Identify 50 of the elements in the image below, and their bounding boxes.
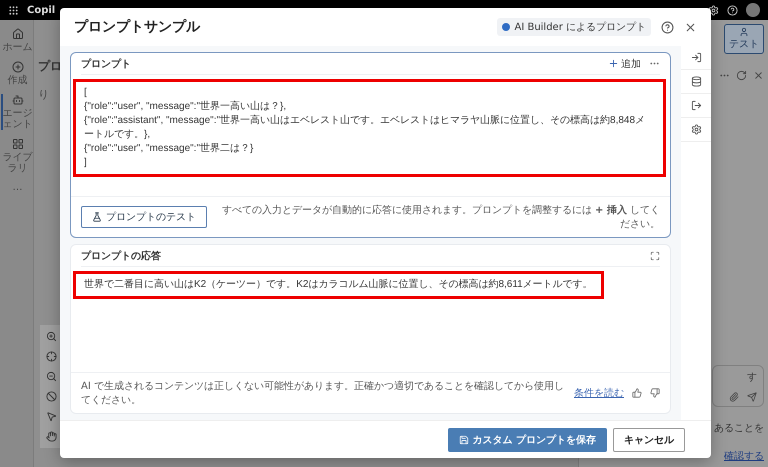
thumbs-up-icon[interactable] bbox=[632, 388, 642, 398]
chat-notice: あることを bbox=[714, 422, 764, 435]
send-icon[interactable] bbox=[747, 392, 757, 402]
cancel-button[interactable]: キャンセル bbox=[613, 428, 685, 452]
close-icon[interactable] bbox=[753, 70, 764, 81]
undo-label: り bbox=[38, 87, 49, 102]
save-icon bbox=[458, 434, 469, 444]
plus-icon bbox=[608, 58, 619, 69]
close-icon[interactable] bbox=[684, 20, 697, 34]
zoom-out-icon[interactable] bbox=[46, 371, 56, 382]
grid-icon bbox=[12, 138, 24, 150]
card-title: プロンプトの応答 bbox=[81, 249, 161, 263]
app-name: Copil bbox=[27, 4, 56, 16]
add-button[interactable]: 追加 bbox=[608, 56, 641, 70]
source-badge: AI Builder によるプロンプト bbox=[497, 18, 651, 36]
robot-icon bbox=[12, 94, 24, 106]
confirm-link[interactable]: 確認する bbox=[724, 449, 764, 463]
nav-item[interactable]: 作成 bbox=[0, 61, 32, 86]
page-heading: プロ bbox=[38, 58, 62, 75]
dialog-title: プロンプトサンプル bbox=[74, 18, 200, 36]
person-icon bbox=[739, 27, 749, 37]
expand-icon[interactable] bbox=[650, 250, 660, 261]
card-title: プロンプト bbox=[81, 57, 131, 70]
nav-item[interactable]: エージェント bbox=[0, 94, 32, 130]
paperclip-icon[interactable] bbox=[729, 392, 739, 402]
crosshair-icon[interactable] bbox=[46, 351, 56, 362]
pointer-icon[interactable] bbox=[46, 411, 56, 422]
refresh-icon[interactable] bbox=[736, 70, 747, 81]
thumbs-down-icon[interactable] bbox=[650, 388, 660, 398]
home-icon bbox=[12, 28, 24, 40]
hand-icon[interactable] bbox=[46, 431, 56, 442]
nav-item[interactable]: ホーム bbox=[0, 28, 32, 53]
ban-icon[interactable] bbox=[46, 391, 56, 402]
save-button[interactable]: カスタム プロンプトを保存 bbox=[448, 428, 607, 452]
nav-item[interactable]: ライブラリ bbox=[0, 138, 32, 174]
prompt-editor[interactable]: [ {"role":"user", "message":"世界一高い山は？}, {"role":"assistant", "message":"世界一高い山はエベレスト山です。エベレストはヒマラヤ山脈に位置し、その標高は約8,848メートルです。}, {"role":"user", "message":"世界二は？} ] bbox=[73, 79, 666, 177]
terms-link[interactable]: 条件を読む bbox=[574, 386, 624, 400]
test-prompt-button[interactable]: プロンプトのテスト bbox=[81, 206, 207, 228]
chat-input[interactable]: す bbox=[712, 365, 764, 407]
nav-item[interactable]: … bbox=[0, 182, 32, 193]
zoom-in-icon[interactable] bbox=[46, 331, 56, 342]
avatar-icon[interactable] bbox=[746, 3, 760, 17]
test-button[interactable]: テスト bbox=[724, 24, 764, 54]
help-icon[interactable] bbox=[661, 20, 674, 34]
app-launcher-icon[interactable] bbox=[8, 4, 19, 16]
disclaimer: AI で生成されるコンテンツは正しくない可能性があります。正確かつ適切であることを確認してから使用してください。 bbox=[81, 380, 565, 407]
flask-icon bbox=[92, 212, 102, 222]
response-text: 世界で二番目に高い山はK2（ケーツー）です。K2はカラコルム山脈に位置し、その標高は約8,611メートルです。 bbox=[73, 271, 604, 300]
insert-hint: すべての入力とデータが自動的に応答に使用されます。プロンプトを調整するには + 挿入 してください。 bbox=[220, 204, 660, 232]
plus-circle-icon bbox=[12, 61, 24, 73]
